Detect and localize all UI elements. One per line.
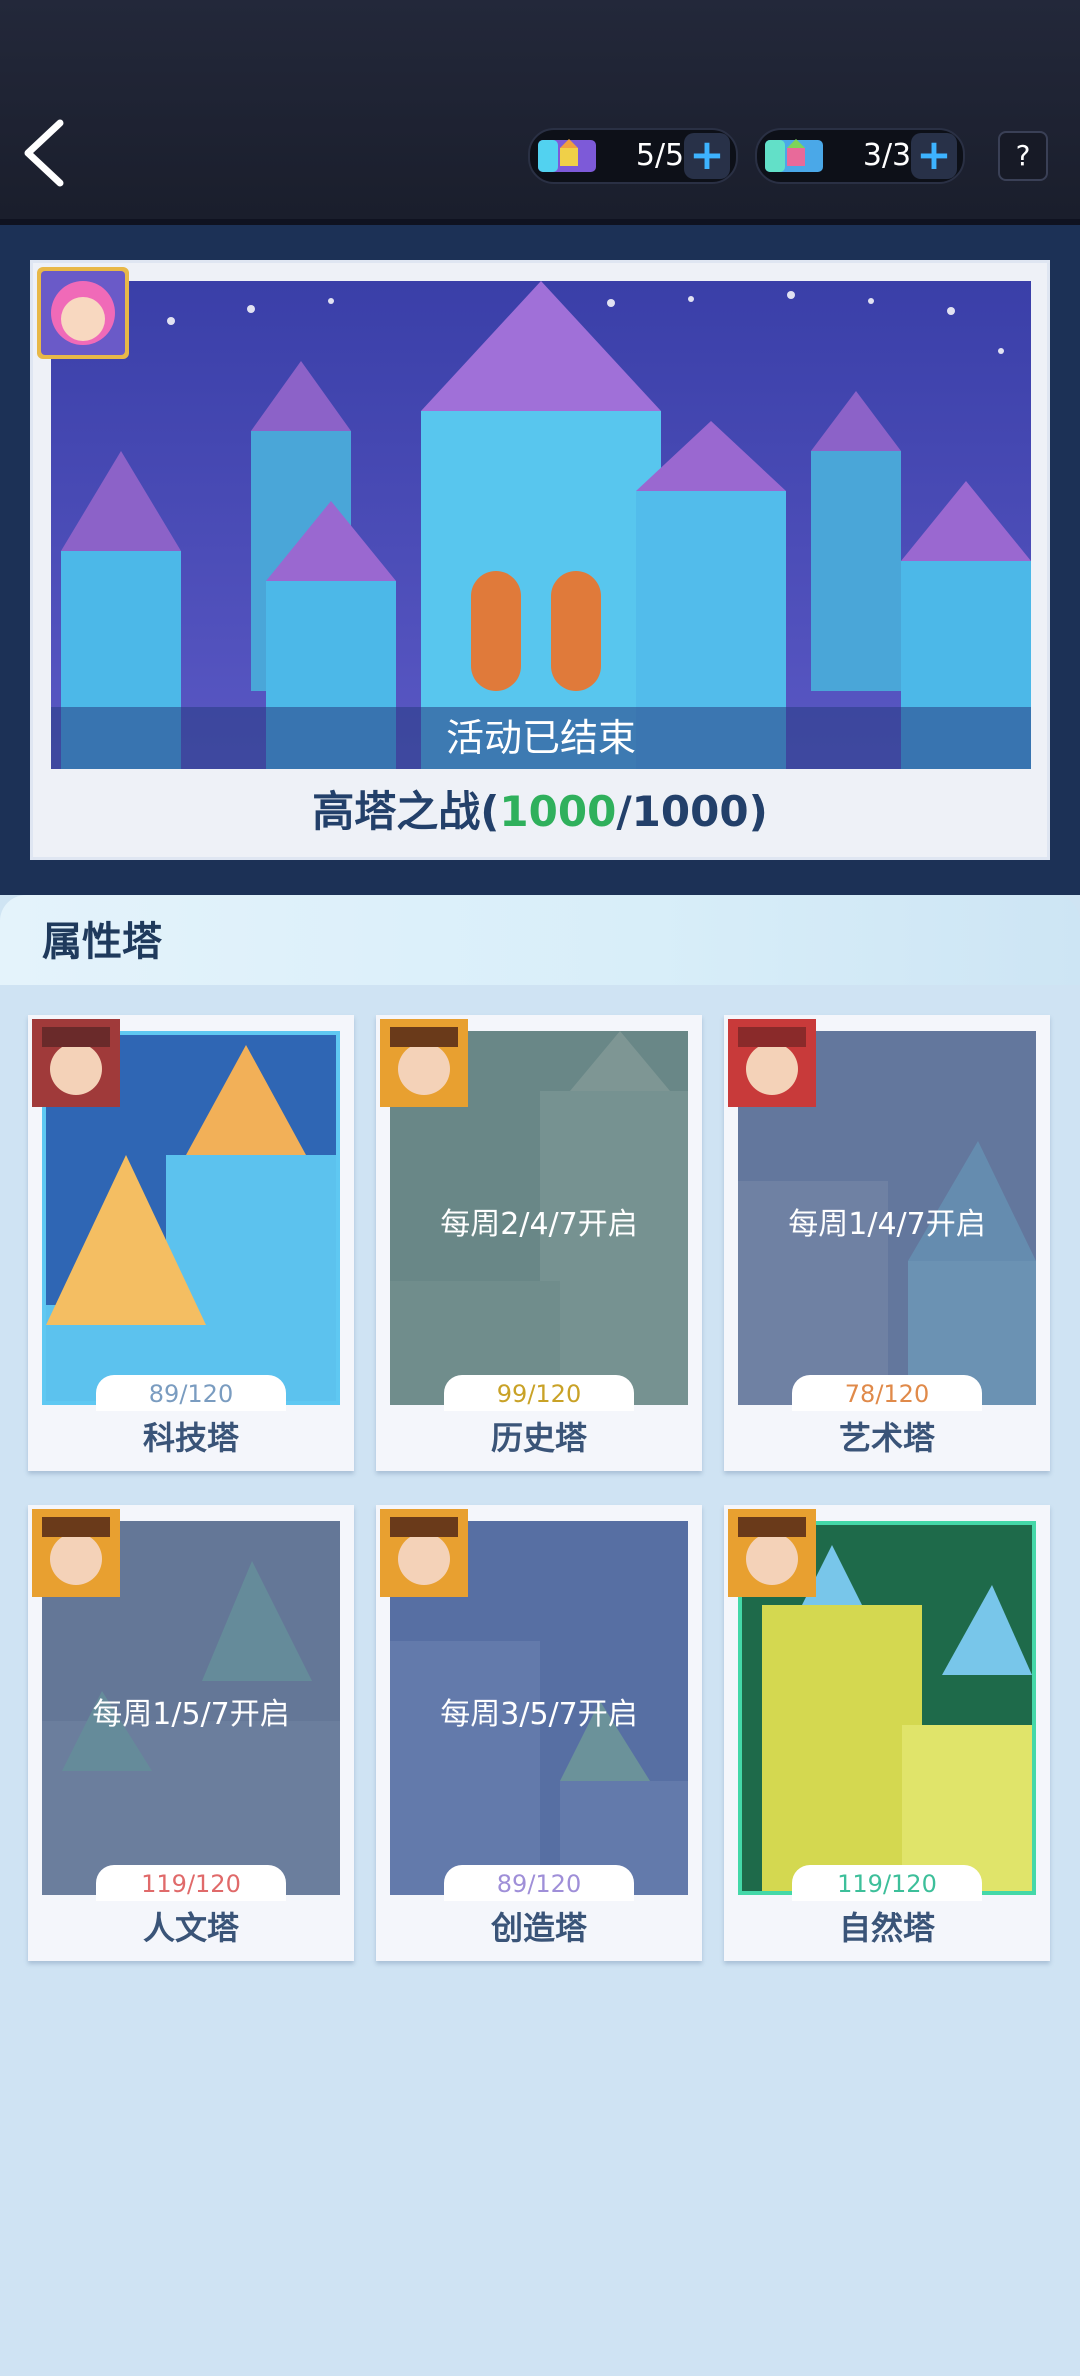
add-ticket-2-button[interactable]: + (911, 133, 957, 179)
avatar (32, 1019, 120, 1107)
tower-card-tech[interactable]: 89/120 科技塔 (28, 1015, 354, 1471)
panel-header: 属性塔 (0, 895, 1080, 985)
avatar (728, 1019, 816, 1107)
tower-name: 自然塔 (838, 1909, 935, 1947)
tower-card-art[interactable]: 每周1/4/7开启 78/120 艺术塔 (724, 1015, 1050, 1471)
tower-progress: 99/120 (444, 1375, 634, 1411)
avatar (380, 1509, 468, 1597)
castle-banner-image: 活动已结束 (51, 281, 1031, 769)
tower-progress: 119/120 (96, 1865, 286, 1901)
tower-card-nature[interactable]: 119/120 自然塔 (724, 1505, 1050, 1961)
avatar (37, 267, 129, 359)
castle-ticket-icon (765, 139, 823, 172)
tower-schedule: 每周1/5/7开启 (92, 1697, 290, 1732)
tower-name: 艺术塔 (838, 1419, 935, 1457)
avatar (380, 1019, 468, 1107)
add-ticket-1-button[interactable]: + (684, 133, 730, 179)
event-card[interactable]: 活动已结束 高塔之战(1000/1000) (30, 260, 1050, 860)
avatar (728, 1509, 816, 1597)
tower-card-humanities[interactable]: 每周1/5/7开启 119/120 人文塔 (28, 1505, 354, 1961)
tower-progress: 89/120 (444, 1865, 634, 1901)
tower-schedule: 每周3/5/7开启 (440, 1697, 638, 1732)
tower-progress: 89/120 (96, 1375, 286, 1411)
tower-schedule: 每周2/4/7开启 (440, 1207, 638, 1242)
tower-progress: 78/120 (792, 1375, 982, 1411)
tower-name: 科技塔 (142, 1419, 239, 1457)
castle-ticket-icon (538, 139, 596, 172)
tower-progress: 119/120 (792, 1865, 982, 1901)
ticket-counter-1: 5/5 + (528, 128, 738, 184)
event-current-score: 1000 (499, 787, 617, 836)
tower-card-history[interactable]: 每周2/4/7开启 99/120 历史塔 (376, 1015, 702, 1471)
avatar (32, 1509, 120, 1597)
tower-name: 创造塔 (490, 1909, 587, 1947)
tower-schedule: 每周1/4/7开启 (788, 1207, 986, 1242)
help-button[interactable]: ? (998, 131, 1048, 181)
ticket-counter-2: 3/3 + (755, 128, 965, 184)
tower-name: 人文塔 (142, 1909, 239, 1947)
chevron-left-icon (24, 119, 64, 187)
top-bar: 5/5 + 3/3 + ? (0, 0, 1080, 225)
event-ended-label: 活动已结束 (51, 707, 1031, 769)
section-title: 属性塔 (42, 919, 162, 965)
event-title: 高塔之战(1000/1000) (312, 787, 768, 836)
tower-card-creation[interactable]: 每周3/5/7开启 89/120 创造塔 (376, 1505, 702, 1961)
tower-name: 历史塔 (490, 1419, 587, 1457)
back-button[interactable] (18, 115, 78, 190)
